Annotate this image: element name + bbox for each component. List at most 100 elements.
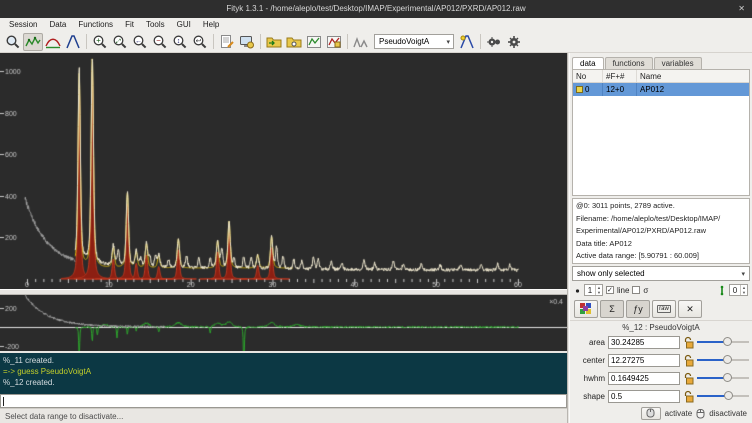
activate-hint: activate — [665, 409, 693, 418]
col-name[interactable]: Name — [637, 70, 749, 82]
dataset-row[interactable]: 0 12+0 AP012 — [573, 83, 749, 96]
open-session-icon[interactable] — [284, 33, 304, 51]
dataset-checkbox[interactable] — [576, 86, 583, 93]
zoom-all-icon[interactable]: ⤢ — [110, 33, 130, 51]
title-bar: Fityk 1.3.1 - /home/aleplo/test/Desktop/… — [0, 0, 752, 18]
param-label: shape — [573, 392, 605, 401]
param-shape-input[interactable] — [608, 390, 680, 403]
param-center-input[interactable] — [608, 354, 680, 367]
peak-type-select[interactable]: PseudoVoigtA ▾ — [374, 34, 454, 49]
save-session-icon[interactable] — [324, 33, 344, 51]
data-range-mode-icon[interactable] — [23, 33, 43, 51]
menu-tools[interactable]: Tools — [140, 20, 171, 29]
shift-stepper[interactable]: 0▲▼ — [729, 284, 748, 296]
zoom-previous-icon[interactable]: ↩ — [190, 33, 210, 51]
sidebar: data functions variables No #F+# Name 0 … — [570, 53, 752, 423]
dataset-list-header: No #F+# Name — [573, 70, 749, 83]
param-row-center: center — [570, 351, 752, 369]
menu-functions[interactable]: Functions — [72, 20, 119, 29]
param-row-area: area — [570, 333, 752, 351]
col-functions[interactable]: #F+# — [603, 70, 637, 82]
toolbar-separator — [260, 34, 261, 49]
output-console: %_11 created. =-> guess PseudoVoigtA %_1… — [0, 353, 567, 394]
param-shape-slider[interactable] — [697, 390, 749, 402]
raw-output-button[interactable]: raw — [652, 300, 676, 318]
status-bar: Select data range to disactivate... — [0, 408, 567, 423]
dataset-name: AP012 — [637, 83, 749, 96]
point-size-icon — [574, 286, 581, 295]
fityk-window: Fityk 1.3.1 - /home/aleplo/test/Desktop/… — [0, 0, 752, 423]
menu-help[interactable]: Help — [197, 20, 225, 29]
open-data-icon[interactable] — [264, 33, 284, 51]
show-functions-button[interactable]: ƒy — [626, 300, 650, 318]
main-area: %_11 created. =-> guess PseudoVoigtA %_1… — [0, 53, 752, 423]
close-panel-button[interactable]: ✕ — [678, 300, 702, 318]
sigma-checkbox-label: σ — [643, 286, 648, 295]
dataset-list: No #F+# Name 0 12+0 AP012 — [572, 69, 750, 196]
menu-gui[interactable]: GUI — [171, 20, 197, 29]
menu-data[interactable]: Data — [43, 20, 72, 29]
toolbar-separator — [347, 34, 348, 49]
fit-run-icon[interactable] — [484, 33, 504, 51]
aux-plot[interactable] — [0, 295, 567, 351]
info-line: @0: 3011 points, 2789 active. — [576, 200, 746, 213]
lock-open-icon[interactable] — [683, 336, 694, 349]
command-input[interactable] — [0, 394, 567, 408]
auto-add-icon[interactable] — [351, 33, 371, 51]
save-image-icon[interactable] — [304, 33, 324, 51]
point-size-stepper[interactable]: 1▲▼ — [584, 284, 603, 296]
shift-icon — [718, 285, 726, 296]
zoom-left-icon[interactable]: ← — [130, 33, 150, 51]
window-title: Fityk 1.3.1 - /home/aleplo/test/Desktop/… — [226, 4, 525, 13]
svg-text:⤢: ⤢ — [116, 38, 121, 45]
dataset-no: 0 — [585, 85, 589, 94]
dataset-func-count: 12+0 — [603, 83, 637, 96]
sigma-checkbox[interactable] — [632, 286, 640, 294]
svg-text:+: + — [96, 36, 101, 45]
edit-script-icon[interactable] — [217, 33, 237, 51]
param-row-shape: shape — [570, 387, 752, 405]
tab-variables[interactable]: variables — [654, 57, 702, 69]
param-center-slider[interactable] — [697, 354, 749, 366]
zoom-in-icon[interactable]: + — [90, 33, 110, 51]
sidebar-buttons: Σ ƒy raw ✕ — [570, 298, 752, 320]
background-mode-icon[interactable] — [43, 33, 63, 51]
zoom-out-icon[interactable]: − — [150, 33, 170, 51]
param-hwhm-input[interactable] — [608, 372, 680, 385]
add-peak-mode-icon[interactable] — [63, 33, 83, 51]
tab-data[interactable]: data — [572, 57, 604, 69]
color-palette-button[interactable] — [574, 300, 598, 318]
show-filter-select[interactable]: show only selected ▾ — [572, 266, 750, 281]
mouse-hint-button[interactable] — [641, 407, 661, 420]
tab-functions[interactable]: functions — [605, 57, 653, 69]
peak-type-value: PseudoVoigtA — [379, 37, 429, 46]
info-line: Data title: AP012 — [576, 238, 746, 251]
sidebar-tabs: data functions variables — [570, 53, 752, 69]
param-area-slider[interactable] — [697, 336, 749, 348]
close-icon[interactable]: ✕ — [738, 0, 745, 18]
dataset-info: @0: 3011 points, 2789 active. Filename: … — [572, 198, 750, 264]
line-checkbox-label: line — [617, 286, 629, 295]
toolbar: + ⤢ ← − ↕ ↩ PseudoVoigtA ▾ — [0, 31, 752, 53]
line-checkbox[interactable]: ✓ — [606, 286, 614, 294]
param-label: hwhm — [573, 374, 605, 383]
main-plot[interactable] — [0, 53, 567, 289]
menu-session[interactable]: Session — [3, 20, 43, 29]
plot-column: %_11 created. =-> guess PseudoVoigtA %_1… — [0, 53, 567, 423]
lock-open-icon[interactable] — [683, 354, 694, 367]
fit-settings-icon[interactable] — [504, 33, 524, 51]
param-hwhm-slider[interactable] — [697, 372, 749, 384]
zoom-mode-icon[interactable] — [3, 33, 23, 51]
gui-config-icon[interactable] — [237, 33, 257, 51]
show-sum-button[interactable]: Σ — [600, 300, 624, 318]
param-area-input[interactable] — [608, 336, 680, 349]
lock-open-icon[interactable] — [683, 390, 694, 403]
lock-open-icon[interactable] — [683, 372, 694, 385]
col-no[interactable]: No — [573, 70, 603, 82]
add-peak-icon[interactable] — [457, 33, 477, 51]
mouse-icon — [696, 408, 705, 419]
chevron-down-icon: ▾ — [741, 270, 745, 278]
zoom-vertical-icon[interactable]: ↕ — [170, 33, 190, 51]
svg-text:−: − — [156, 36, 161, 45]
menu-fit[interactable]: Fit — [119, 20, 140, 29]
